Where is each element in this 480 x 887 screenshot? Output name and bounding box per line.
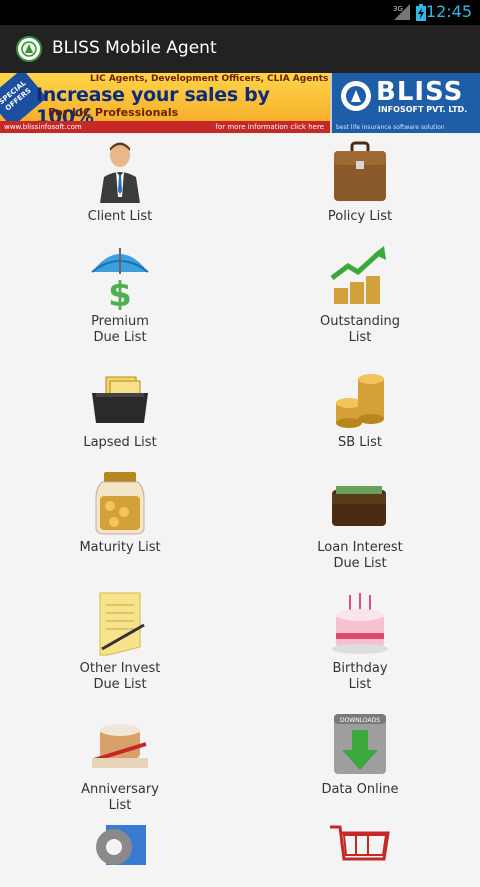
menu-anniversary-list[interactable]: Anniversary List: [0, 710, 240, 814]
menu-label: SB List: [337, 435, 383, 450]
menu-data-online[interactable]: DOWNLOADS Data Online: [240, 710, 480, 798]
app-title: BLISS Mobile Agent: [52, 38, 217, 58]
advertisement-banner[interactable]: SPECIAL OFFERS LIC Agents, Development O…: [0, 73, 480, 133]
card-box-icon: [92, 376, 148, 423]
menu-maturity-list[interactable]: Maturity List: [0, 468, 240, 556]
menu-loan-interest-due-list[interactable]: Loan Interest Due List: [240, 468, 480, 572]
battery-charging-icon: [416, 4, 426, 21]
menu-shopping-cart[interactable]: [240, 819, 480, 887]
menu-label: Outstanding List: [320, 314, 400, 345]
briefcase-icon: [334, 141, 386, 201]
menu-outstanding-list[interactable]: Outstanding List: [240, 242, 480, 346]
menu-label: Other Invest Due List: [79, 661, 161, 692]
clock: 12:45: [425, 2, 472, 21]
settings-gear-icon: [96, 825, 146, 865]
coin-jar-icon: [95, 472, 145, 535]
menu-settings[interactable]: [0, 819, 240, 887]
coins-growth-icon: [330, 246, 386, 304]
bliss-logo-icon: [341, 81, 371, 111]
banner-offer[interactable]: SPECIAL OFFERS LIC Agents, Development O…: [0, 73, 332, 133]
umbrella-dollar-icon: $: [91, 248, 149, 310]
menu-label: Client List: [87, 209, 153, 224]
coin-stack-icon: [336, 374, 384, 428]
menu-lapsed-list[interactable]: Lapsed List: [0, 363, 240, 451]
menu-label: Data Online: [321, 782, 399, 797]
menu-policy-list[interactable]: Policy List: [240, 137, 480, 225]
shopping-cart-icon: [330, 825, 390, 861]
banner-more-info-link[interactable]: for more information click here: [216, 121, 324, 133]
status-bar: 3G 12:45: [0, 0, 480, 25]
banner-subline: For LIC Professionals: [48, 106, 179, 119]
menu-label: Loan Interest Due List: [317, 540, 403, 571]
svg-text:DOWNLOADS: DOWNLOADS: [340, 717, 380, 724]
action-bar: BLISS Mobile Agent: [0, 25, 480, 73]
menu-label: Anniversary List: [81, 782, 159, 813]
banner-brand[interactable]: BLISS INFOSOFT PVT. LTD. best life insur…: [332, 73, 480, 133]
svg-text:3G: 3G: [393, 5, 403, 13]
brand-company: INFOSOFT PVT. LTD.: [378, 105, 468, 114]
notepad-icon: [99, 592, 145, 656]
businessman-icon: [100, 142, 140, 203]
menu-label: Premium Due List: [91, 314, 149, 345]
app-logo-icon[interactable]: [16, 36, 42, 62]
brand-name: BLISS: [376, 77, 464, 107]
banner-audience: LIC Agents, Development Officers, CLIA A…: [90, 74, 329, 84]
brand-tagline: best life insurance software solution: [336, 124, 445, 131]
menu-sb-list[interactable]: SB List: [240, 363, 480, 451]
signal-3g-icon: 3G: [393, 4, 410, 20]
menu-birthday-list[interactable]: Birthday List: [240, 589, 480, 693]
menu-label: Birthday List: [332, 661, 388, 692]
wallet-icon: [332, 486, 386, 526]
menu-label: Policy List: [327, 209, 393, 224]
anniversary-cake-icon: [92, 724, 148, 768]
svg-text:$: $: [108, 275, 132, 310]
menu-label: Maturity List: [79, 540, 161, 555]
download-icon: DOWNLOADS: [334, 714, 386, 774]
menu-premium-due-list[interactable]: $ Premium Due List: [0, 242, 240, 346]
menu-client-list[interactable]: Client List: [0, 137, 240, 225]
menu-other-invest-due-list[interactable]: Other Invest Due List: [0, 589, 240, 693]
menu-label: Lapsed List: [83, 435, 157, 450]
birthday-cake-icon: [332, 593, 388, 654]
